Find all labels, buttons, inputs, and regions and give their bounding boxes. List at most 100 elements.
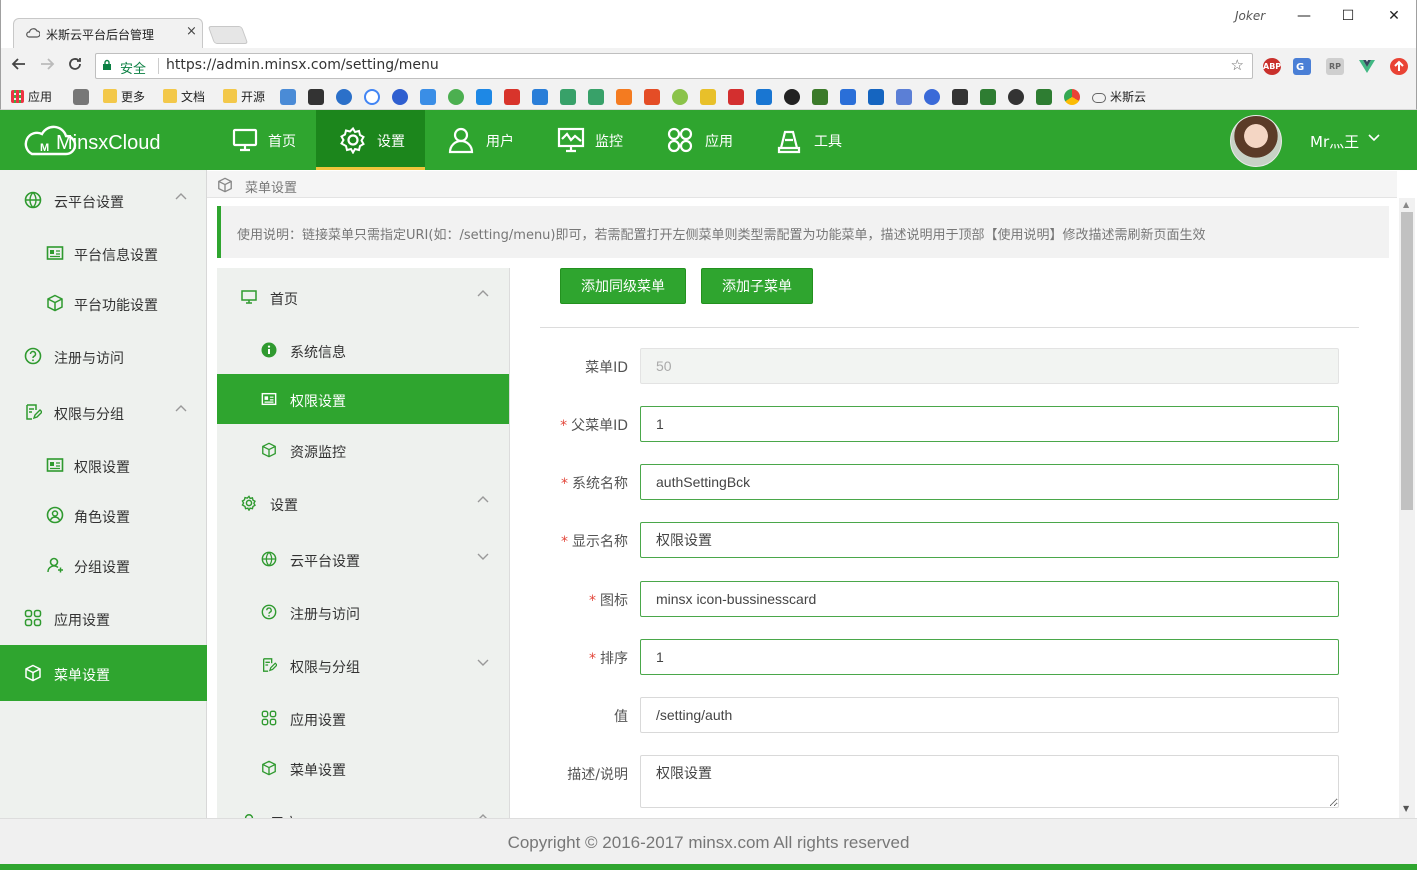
scrollbar-thumb[interactable]	[1401, 212, 1413, 510]
bookmark-more[interactable]: 更多	[103, 88, 145, 106]
new-tab-button[interactable]	[207, 26, 249, 44]
douban-bookmark-icon[interactable]	[1036, 89, 1052, 105]
chart2-bookmark-icon[interactable]	[588, 89, 604, 105]
c-bookmark-icon[interactable]	[728, 89, 744, 105]
add-child-menu-button[interactable]: 添加子菜单	[701, 268, 813, 304]
baidu-bookmark-icon[interactable]	[392, 89, 408, 105]
green-bookmark-icon[interactable]	[448, 89, 464, 105]
tree-item-resource-monitor[interactable]: 资源监控	[217, 425, 509, 475]
adblock-icon[interactable]: ABP	[1263, 58, 1281, 75]
back-arrow-icon[interactable]	[9, 56, 29, 76]
sidebar-item-cloud-settings[interactable]: 云平台设置	[0, 173, 207, 227]
reload-icon[interactable]	[65, 56, 85, 76]
vertical-scrollbar[interactable]: ▲ ▼	[1399, 198, 1415, 818]
sidebar-item-platform-info[interactable]: 平台信息设置	[0, 226, 207, 280]
forward-arrow-icon[interactable]	[37, 56, 57, 76]
parent-id-field[interactable]	[640, 406, 1339, 442]
system-name-field[interactable]	[640, 464, 1339, 500]
radiation-icon[interactable]	[73, 89, 89, 105]
sidebar-item-role-settings[interactable]: 角色设置	[0, 488, 207, 542]
nav-home[interactable]: 首页	[214, 110, 316, 170]
chart-bookmark-icon[interactable]	[560, 89, 576, 105]
minimize-button[interactable]: —	[1293, 6, 1315, 26]
value-field[interactable]	[640, 697, 1339, 733]
tree-item-home[interactable]: 首页	[217, 272, 509, 322]
browser-tab[interactable]: 米斯云平台后台管理 ×	[13, 18, 203, 48]
avatar[interactable]	[1230, 115, 1282, 167]
tab-close-button[interactable]: ×	[186, 24, 197, 39]
sidebar-item-permissions-groups[interactable]: 权限与分组	[0, 385, 207, 439]
nav-tools[interactable]: 工具	[751, 110, 859, 170]
mail-bookmark-icon[interactable]	[532, 89, 548, 105]
description-field[interactable]: 权限设置	[640, 755, 1339, 808]
doc-edit-icon	[24, 403, 43, 421]
scroll-down-arrow-icon[interactable]: ▼	[1403, 804, 1409, 813]
bookmark-opensource[interactable]: 开源	[223, 88, 265, 106]
n-bookmark-icon[interactable]	[812, 89, 828, 105]
add-sibling-menu-button[interactable]: 添加同级菜单	[560, 268, 686, 304]
bookmark-star-icon[interactable]: ☆	[1231, 56, 1244, 74]
sf-bookmark-icon[interactable]	[980, 89, 996, 105]
address-bar[interactable]: 安全 https://admin.minsx.com/setting/menu …	[95, 53, 1253, 79]
e-bookmark-icon[interactable]	[924, 89, 940, 105]
qq-bookmark-icon[interactable]	[336, 89, 352, 105]
sidebar-item-menu-settings[interactable]: 菜单设置	[0, 645, 207, 701]
stop-extension-icon[interactable]	[1390, 58, 1408, 75]
sidebar-item-platform-features[interactable]: 平台功能设置	[0, 276, 207, 330]
translate-bookmark-icon[interactable]	[420, 89, 436, 105]
tree-item-permission-settings[interactable]: 权限设置	[217, 374, 509, 424]
zhihu-bookmark-icon[interactable]	[756, 89, 772, 105]
sidebar-item-permission-settings[interactable]: 权限设置	[0, 438, 207, 492]
html5-bookmark-icon[interactable]	[644, 89, 660, 105]
ue-bookmark-icon[interactable]	[868, 89, 884, 105]
window-profile-name[interactable]: Joker	[1235, 9, 1265, 23]
stack-bookmark-icon[interactable]	[616, 89, 632, 105]
js-bookmark-icon[interactable]	[700, 89, 716, 105]
order-field[interactable]	[640, 639, 1339, 675]
nav-monitor[interactable]: 监控	[533, 110, 641, 170]
cloud-bookmark-icon[interactable]	[280, 89, 296, 105]
translate-icon[interactable]: G	[1293, 58, 1311, 75]
tree-item-register-access[interactable]: 注册与访问	[217, 587, 509, 637]
sidebar-item-group-settings[interactable]: 分组设置	[0, 538, 207, 592]
chevron-down-icon[interactable]	[1368, 132, 1380, 145]
tree-item-cloud-settings[interactable]: 云平台设置	[217, 534, 509, 584]
display-name-field[interactable]	[640, 522, 1339, 558]
nav-settings[interactable]: 设置	[316, 110, 425, 170]
tree-item-permissions-groups[interactable]: 权限与分组	[217, 640, 509, 690]
m-bookmark-icon[interactable]	[504, 89, 520, 105]
round-bookmark-icon[interactable]	[672, 89, 688, 105]
sidebar-item-app-settings[interactable]: 应用设置	[0, 591, 207, 645]
tree-item-app-settings[interactable]: 应用设置	[217, 693, 509, 743]
close-window-button[interactable]: ✕	[1383, 6, 1405, 26]
bookmark-label: 更多	[121, 90, 146, 104]
owl-bookmark-icon[interactable]	[1008, 89, 1024, 105]
chrome-bookmark-icon[interactable]	[1064, 89, 1080, 105]
bookmark-minsx[interactable]: 米斯云	[1092, 88, 1146, 106]
logo-text[interactable]: MinsxCloud	[56, 132, 160, 155]
tree-item-settings[interactable]: 设置	[217, 478, 509, 528]
shield-bookmark-icon[interactable]	[840, 89, 856, 105]
rp-icon[interactable]: RP	[1326, 58, 1344, 75]
nav-users[interactable]: 用户	[425, 110, 533, 170]
url-text[interactable]: https://admin.minsx.com/setting/menu	[166, 57, 439, 73]
wifi-bookmark-icon[interactable]	[476, 89, 492, 105]
crown-bookmark-icon[interactable]	[952, 89, 968, 105]
gear-icon	[241, 495, 257, 512]
tree-item-menu-settings[interactable]: 菜单设置	[217, 743, 509, 793]
nav-apps[interactable]: 应用	[641, 110, 751, 170]
bookmark-docs[interactable]: 文档	[163, 88, 205, 106]
sidebar-item-register-access[interactable]: 注册与访问	[0, 329, 207, 383]
maximize-button[interactable]: ☐	[1337, 6, 1359, 26]
tree-item-users[interactable]: 用户	[217, 796, 509, 818]
google-bookmark-icon[interactable]	[364, 89, 380, 105]
tree-item-system-info[interactable]: 系统信息	[217, 325, 509, 375]
icon-field[interactable]	[640, 581, 1339, 617]
vue-devtools-icon[interactable]	[1358, 58, 1376, 75]
scroll-up-arrow-icon[interactable]: ▲	[1403, 200, 1409, 209]
github-bookmark-icon[interactable]	[784, 89, 800, 105]
bookmark-apps[interactable]: 应用	[11, 88, 52, 106]
code-bookmark-icon[interactable]	[308, 89, 324, 105]
code-tag-bookmark-icon[interactable]	[896, 89, 912, 105]
username[interactable]: Mr灬王	[1310, 131, 1359, 152]
